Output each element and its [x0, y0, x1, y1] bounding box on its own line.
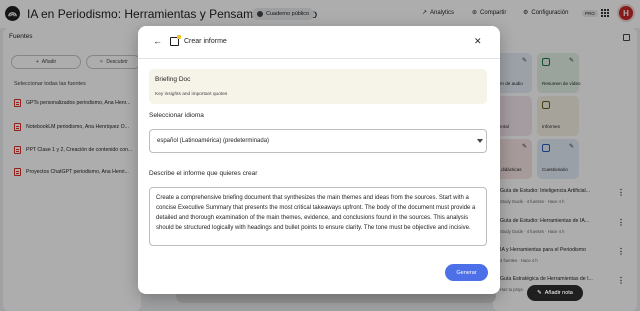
language-value: español (Latinoamérica) (predeterminada) [157, 138, 270, 144]
chevron-down-icon [477, 139, 483, 143]
format-name: Briefing Doc [155, 76, 191, 83]
language-select[interactable]: español (Latinoamérica) (predeterminada) [149, 129, 487, 153]
divider [138, 58, 500, 59]
report-format-card[interactable]: Briefing Doc Key insights and important … [149, 69, 487, 104]
description-label: Describe el informe que quieres crear [149, 170, 258, 177]
back-arrow-icon[interactable]: ← [153, 36, 162, 46]
language-label: Seleccionar idioma [149, 112, 204, 119]
generate-button[interactable]: Generar [445, 264, 488, 281]
add-note-label: Añadir nota [544, 290, 573, 296]
close-icon[interactable]: ✕ [474, 36, 482, 47]
note-pen-icon: ✎ [537, 290, 542, 296]
create-report-dialog: ← Crear informe ✕ Briefing Doc Key insig… [138, 26, 500, 294]
add-note-button[interactable]: ✎ Añadir nota [527, 285, 583, 301]
dialog-title: Crear informe [184, 38, 227, 45]
format-description: Key insights and important quotes [155, 92, 228, 97]
report-icon [170, 35, 181, 46]
report-prompt-textarea[interactable]: Create a comprehensive briefing document… [149, 187, 487, 246]
